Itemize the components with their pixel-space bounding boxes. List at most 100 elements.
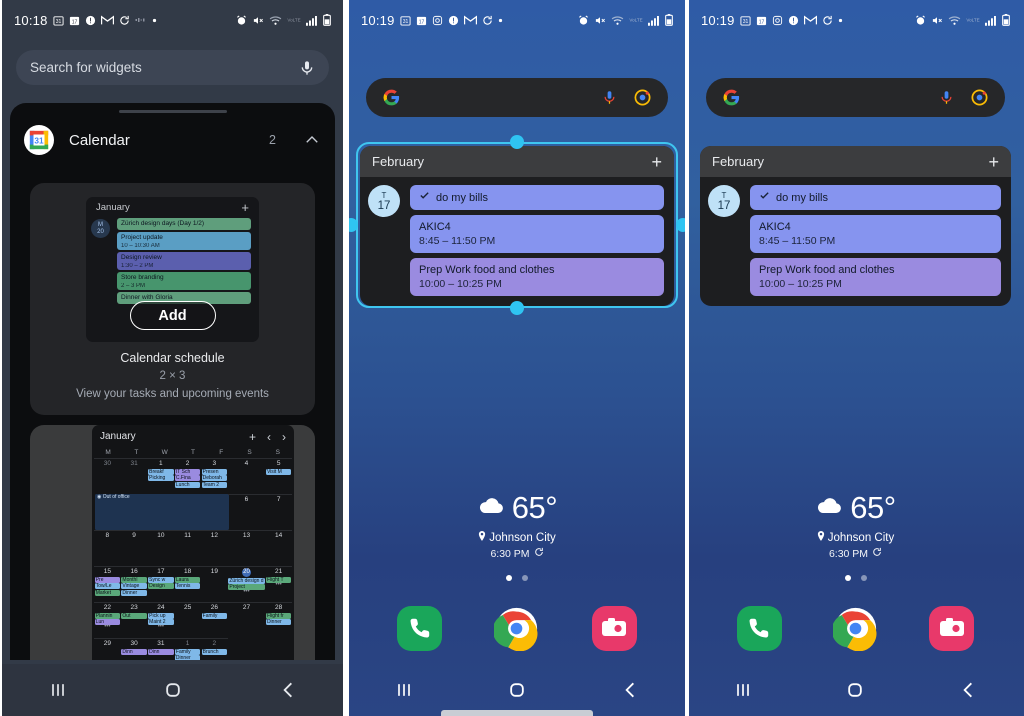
weather-clock-widget-2[interactable]: 65° Johnson City 6:30 PM bbox=[347, 490, 687, 560]
month-day-cell[interactable]: 11 bbox=[174, 530, 201, 566]
home-icon[interactable] bbox=[143, 670, 203, 710]
phone-icon[interactable] bbox=[736, 605, 782, 651]
month-day-cell[interactable]: 5 Visit M bbox=[265, 458, 292, 494]
month-event-chip[interactable]: Pick up bbox=[148, 612, 174, 619]
month-day-cell[interactable]: 29 bbox=[94, 638, 121, 660]
month-day-cell[interactable]: 9 bbox=[120, 530, 148, 566]
google-search-bar-3[interactable] bbox=[706, 78, 1005, 117]
calendar-event[interactable]: do my bills bbox=[410, 185, 664, 210]
month-event-chip[interactable]: Dinner bbox=[265, 619, 292, 626]
mic-icon[interactable] bbox=[299, 59, 315, 77]
widget-option-calendar-month[interactable]: January + ‹ › M T W T F S S 30311Brea bbox=[30, 425, 315, 660]
month-day-cell[interactable]: 31 Dinn bbox=[147, 638, 175, 660]
month-day-cell[interactable]: 10 bbox=[147, 530, 175, 566]
month-day-cell[interactable]: 24 Pick up Maint 2 ••• bbox=[147, 602, 175, 638]
month-event-chip[interactable]: Dinn bbox=[121, 648, 147, 655]
calendar-event[interactable]: do my bills bbox=[750, 185, 1001, 210]
month-day-cell[interactable]: 28 Flight fr Dinner bbox=[265, 602, 292, 638]
month-day-cell[interactable]: 2 IT Sch C.Fina Lunch bbox=[174, 458, 201, 494]
back-icon[interactable] bbox=[938, 670, 998, 710]
camera-icon[interactable] bbox=[591, 605, 637, 651]
weather-clock-widget-3[interactable]: 65° Johnson City 6:30 PM bbox=[687, 490, 1024, 560]
month-event-chip[interactable]: Dinner bbox=[121, 590, 147, 597]
page-dot[interactable] bbox=[860, 575, 867, 581]
month-day-cell[interactable]: 31 bbox=[120, 458, 148, 494]
recents-icon[interactable] bbox=[28, 670, 88, 710]
month-day-cell[interactable]: 27 bbox=[227, 602, 266, 638]
month-day-cell[interactable]: 26 Family bbox=[200, 602, 228, 638]
month-day-cell[interactable]: 30 bbox=[94, 458, 121, 494]
google-lens-icon[interactable] bbox=[633, 88, 652, 107]
chrome-icon[interactable] bbox=[494, 606, 539, 651]
back-icon[interactable] bbox=[258, 670, 318, 710]
month-day-cell[interactable]: 1 Family Dinner bbox=[174, 638, 201, 660]
calendar-widget-3[interactable]: February + T 17 do my bills AKIC4 8:45 –… bbox=[700, 146, 1011, 306]
calendar-event[interactable]: Prep Work food and clothes 10:00 – 10:25… bbox=[750, 258, 1001, 296]
month-event-chip[interactable]: Laura bbox=[174, 576, 201, 583]
month-event-chip[interactable]: Breakf bbox=[148, 468, 174, 475]
month-day-cell[interactable]: 4 bbox=[227, 458, 266, 494]
month-event-chip[interactable]: Picking bbox=[148, 475, 174, 482]
page-dot[interactable] bbox=[522, 575, 528, 581]
month-event-chip[interactable]: Tennis bbox=[174, 583, 201, 590]
recents-icon[interactable] bbox=[374, 670, 434, 710]
month-event-chip[interactable]: Team 2 bbox=[201, 482, 227, 489]
month-day-cell[interactable]: 1 Breakf Picking bbox=[147, 458, 175, 494]
month-day-cell[interactable]: 23 Out bbox=[120, 602, 148, 638]
page-dot-active[interactable] bbox=[844, 575, 851, 581]
month-event-chip[interactable]: IT Sch bbox=[174, 468, 201, 475]
month-event-chip[interactable]: Family bbox=[174, 648, 201, 655]
calendar-event[interactable]: Prep Work food and clothes 10:00 – 10:25… bbox=[410, 258, 664, 296]
widget-option-calendar-schedule[interactable]: January + M 20 Zürich design days (Day 1… bbox=[30, 183, 315, 415]
add-button[interactable]: Add bbox=[129, 301, 216, 330]
calendar-widget-2[interactable]: February + T 17 do my bills AKIC4 8:45 –… bbox=[360, 146, 674, 306]
more-events-indicator[interactable]: ••• bbox=[228, 589, 266, 595]
month-event-chip[interactable]: Pre bbox=[94, 576, 121, 583]
month-day-cell[interactable]: 18 Laura Tennis bbox=[174, 566, 201, 602]
google-mic-icon[interactable] bbox=[602, 88, 617, 107]
month-event-chip[interactable]: Presen bbox=[201, 468, 227, 475]
month-event-chip[interactable]: Dinn bbox=[148, 648, 174, 655]
month-day-cell[interactable]: 22 Plannin Lun ••• bbox=[94, 602, 121, 638]
home-icon[interactable] bbox=[825, 670, 885, 710]
month-day-cell[interactable]: 2 Brunch bbox=[200, 638, 228, 660]
refresh-icon[interactable] bbox=[534, 547, 544, 560]
month-event-chip[interactable]: C.Fina bbox=[174, 475, 201, 482]
month-event-chip[interactable]: Sync w bbox=[148, 576, 174, 583]
recents-icon[interactable] bbox=[713, 670, 773, 710]
calendar-event[interactable]: AKIC4 8:45 – 11:50 PM bbox=[410, 215, 664, 253]
more-events-indicator[interactable]: ••• bbox=[94, 624, 121, 630]
month-event-chip[interactable]: Brunch bbox=[201, 648, 227, 655]
month-day-cell[interactable]: 15 Pre Tow/Le Market bbox=[94, 566, 121, 602]
month-day-cell[interactable]: 13 bbox=[227, 530, 266, 566]
month-event-chip[interactable]: Flight fr bbox=[265, 612, 292, 619]
next-month-icon[interactable]: › bbox=[282, 431, 286, 443]
month-day-cell[interactable]: 6 bbox=[227, 494, 266, 530]
chevron-up-icon[interactable] bbox=[303, 131, 321, 149]
month-day-cell[interactable]: 19 bbox=[200, 566, 228, 602]
search-input[interactable]: Search for widgets bbox=[30, 60, 299, 75]
all-day-event-out-of-office[interactable]: ◉ Out of office bbox=[95, 494, 229, 530]
back-icon[interactable] bbox=[600, 670, 660, 710]
month-day-cell[interactable]: 16 Monthl Vintage Dinner bbox=[120, 566, 148, 602]
month-day-cell[interactable]: 3 Presen Deborah Team 2 bbox=[200, 458, 228, 494]
google-search-bar-2[interactable] bbox=[366, 78, 668, 117]
month-event-chip[interactable]: Dinner bbox=[174, 655, 201, 660]
page-dot-active[interactable] bbox=[506, 575, 512, 581]
add-event-icon[interactable]: + bbox=[988, 153, 999, 171]
widget-search-bar[interactable]: Search for widgets bbox=[16, 50, 329, 85]
more-events-indicator[interactable]: ••• bbox=[147, 624, 174, 630]
month-event-chip[interactable]: Design bbox=[148, 583, 174, 590]
camera-icon[interactable] bbox=[929, 605, 975, 651]
month-event-chip[interactable]: Vintage bbox=[121, 583, 147, 590]
month-event-chip[interactable]: Lunch bbox=[174, 482, 201, 489]
month-day-cell[interactable]: 21 Flight T ••• bbox=[265, 566, 292, 602]
month-day-cell[interactable]: 17 Sync w Design bbox=[147, 566, 175, 602]
month-day-cell[interactable]: 7 bbox=[265, 494, 292, 530]
month-event-chip[interactable]: Out bbox=[121, 612, 147, 619]
month-event-chip[interactable]: Monthl bbox=[121, 576, 147, 583]
prev-month-icon[interactable]: ‹ bbox=[267, 431, 271, 443]
month-day-cell[interactable]: 25 bbox=[174, 602, 201, 638]
google-lens-icon[interactable] bbox=[970, 88, 989, 107]
chrome-icon[interactable] bbox=[832, 606, 878, 651]
